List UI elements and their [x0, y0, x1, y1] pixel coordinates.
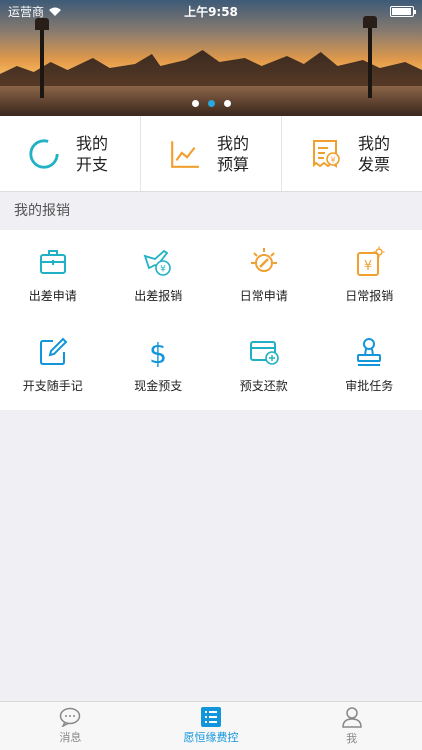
- summary-my-expense[interactable]: 我的开支: [0, 116, 141, 191]
- person-icon: [341, 707, 362, 728]
- grid-item-daily-reimburse[interactable]: ¥ 日常报销: [317, 230, 422, 320]
- grid-label: 日常申请: [239, 289, 288, 303]
- grid-label: 现金预支: [134, 379, 183, 393]
- tab-label: 消息: [59, 731, 82, 744]
- grid-label: 日常报销: [345, 289, 394, 303]
- carousel-dot-active[interactable]: [207, 100, 215, 107]
- summary-my-invoice[interactable]: ¥ 我的发票: [282, 116, 422, 191]
- carousel-dot[interactable]: [223, 100, 231, 107]
- carousel-dots[interactable]: [0, 100, 422, 107]
- grid-item-advance-repay[interactable]: 预支还款: [211, 320, 317, 410]
- briefcase-icon: [39, 250, 66, 274]
- banner-lamp: [35, 18, 49, 98]
- edit-note-icon: [39, 337, 68, 365]
- yen-doc-icon: ¥: [357, 246, 385, 276]
- stamp-icon: [357, 338, 382, 366]
- tab-bar: 消息 愿恒缘费控 我: [0, 701, 422, 750]
- grid-item-trip-apply[interactable]: 出差申请: [0, 230, 106, 320]
- banner-city-silhouette: [0, 50, 422, 90]
- battery-icon: [390, 5, 416, 17]
- grid-label: 出差报销: [134, 289, 183, 303]
- chat-bubble-icon: [60, 707, 81, 727]
- list-icon: [201, 707, 221, 727]
- carousel-dot[interactable]: [191, 100, 199, 107]
- section-title: 我的报销: [14, 203, 70, 219]
- tab-messages[interactable]: 消息: [0, 702, 141, 750]
- sun-pen-icon: [250, 248, 277, 272]
- card-refund-icon: [249, 341, 279, 365]
- grid-label: 开支随手记: [22, 379, 83, 393]
- summary-label: 我的开支: [76, 133, 109, 174]
- status-time: 上午9:58: [184, 4, 238, 19]
- svg-text:¥: ¥: [364, 259, 372, 274]
- grid-item-cash-advance[interactable]: $ 现金预支: [106, 320, 212, 410]
- grid-label: 预支还款: [239, 379, 288, 393]
- grid-item-expense-note[interactable]: 开支随手记: [0, 320, 106, 410]
- summary-label: 我的发票: [358, 133, 391, 174]
- banner-lamp: [363, 16, 377, 98]
- dollar-icon: $: [149, 337, 167, 368]
- circle-progress-icon: [29, 138, 59, 169]
- tab-label: 我: [346, 732, 358, 745]
- grid-item-trip-reimburse[interactable]: ¥ 出差报销: [106, 230, 212, 320]
- receipt-icon: ¥: [313, 139, 340, 168]
- svg-text:$: $: [149, 337, 167, 368]
- svg-text:¥: ¥: [330, 155, 335, 164]
- tab-fee-control[interactable]: 愿恒缘费控: [141, 702, 282, 750]
- tab-label: 愿恒缘费控: [183, 731, 239, 744]
- grid-label: 出差申请: [28, 289, 77, 303]
- plane-yen-icon: ¥: [143, 249, 172, 276]
- grid-label: 审批任务: [345, 379, 394, 393]
- summary-label: 我的预算: [217, 133, 250, 174]
- summary-bar: 我的开支 我的预算 ¥ 我的发票: [0, 116, 422, 192]
- line-chart-icon: [171, 140, 199, 168]
- reimbursement-grid: 出差申请 ¥ 出差报销 日常申请 ¥ 日常报销 开支随手记 $ 现金预支 预支还…: [0, 230, 422, 410]
- grid-item-approval-task[interactable]: 审批任务: [317, 320, 422, 410]
- svg-text:¥: ¥: [160, 265, 166, 275]
- tab-me[interactable]: 我: [281, 702, 422, 750]
- summary-my-budget[interactable]: 我的预算: [141, 116, 282, 191]
- status-bar: 运营商 上午9:58: [0, 0, 422, 22]
- grid-item-daily-apply[interactable]: 日常申请: [211, 230, 317, 320]
